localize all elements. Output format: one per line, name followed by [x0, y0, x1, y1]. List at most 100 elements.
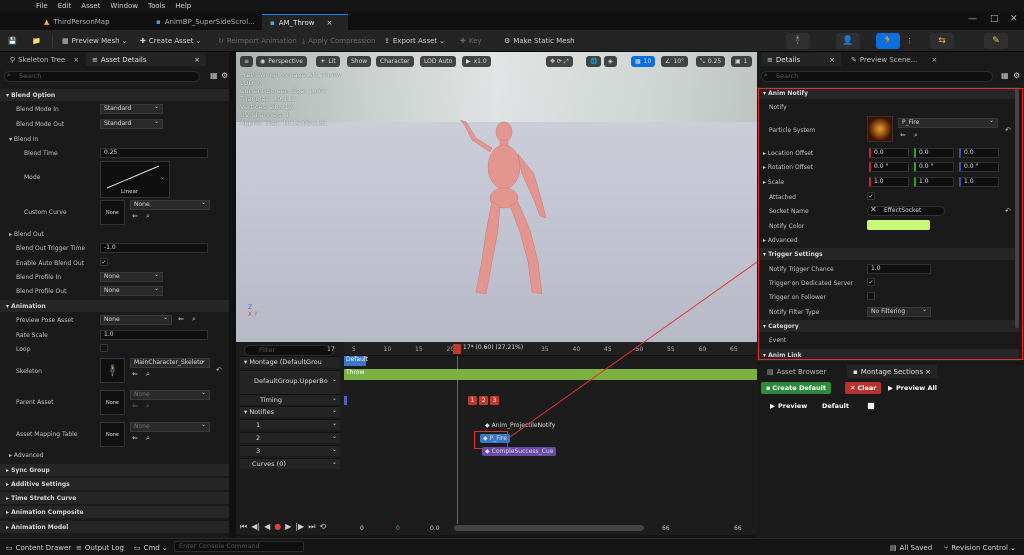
scale-y-field[interactable]: 1.0	[914, 177, 954, 187]
clear-icon[interactable]: ✕	[870, 205, 877, 214]
menu-help[interactable]: Help	[175, 2, 191, 10]
tab-am-throw[interactable]: ▪ AM_Throw ×	[262, 14, 348, 30]
world-local-icon[interactable]: 🌐	[586, 56, 602, 67]
custom-curve-dropdown[interactable]: None	[130, 199, 210, 210]
preview-button[interactable]: ▶ Preview	[765, 400, 812, 412]
physics-mode-button[interactable]: ✎	[984, 33, 1008, 49]
close-icon[interactable]: ×	[194, 56, 200, 64]
close-window-icon[interactable]: ✕	[1010, 14, 1018, 24]
clear-button[interactable]: ✕ Clear	[845, 382, 882, 394]
blend-mode-out-dropdown[interactable]: Standard	[100, 118, 163, 129]
preview-viewport[interactable]: ≡ ◉ Perspective ☀ Lit Show Character LOD A…	[236, 52, 757, 342]
section-trigger-settings[interactable]: ▾ Trigger Settings	[757, 248, 1019, 260]
close-icon[interactable]: ×	[829, 56, 835, 64]
advanced-label[interactable]: ▸ Advanced	[763, 237, 798, 244]
use-selected-icon[interactable]: ⇐	[132, 212, 138, 220]
section-additive-settings[interactable]: ▸ Additive Settings	[0, 478, 229, 490]
section-marker-3[interactable]: 3	[490, 396, 499, 405]
playback-speed-button[interactable]: ▶ x1.0	[462, 56, 491, 67]
tab-asset-browser[interactable]: ▤Asset Browser×	[761, 365, 860, 378]
viewport-menu-button[interactable]: ≡	[240, 56, 254, 67]
menu-file[interactable]: File	[36, 2, 48, 10]
skip-start-icon[interactable]: ⏮	[240, 522, 247, 533]
enable-auto-blend-checkbox[interactable]: ✓	[100, 258, 108, 266]
rate-scale-field[interactable]: 1.0	[100, 330, 208, 340]
view-options-icon[interactable]: ▦	[1001, 71, 1009, 80]
skeleton-mode-button[interactable]: 🕴	[786, 33, 810, 49]
loop-checkbox[interactable]	[100, 344, 108, 352]
location-z-field[interactable]: 0.0	[959, 148, 999, 158]
on-follower-checkbox[interactable]	[867, 292, 875, 300]
perspective-button[interactable]: ◉ Perspective	[256, 56, 307, 67]
record-icon[interactable]: ●	[274, 522, 281, 533]
section-blend-option[interactable]: ▾ Blend Option	[0, 89, 229, 101]
minimize-icon[interactable]: —	[968, 14, 977, 24]
rotation-x-field[interactable]: 0.0 °	[869, 162, 909, 172]
custom-curve-thumbnail[interactable]: None	[100, 200, 125, 225]
layers-button[interactable]: ▣ 1	[731, 56, 752, 67]
notify-track-2[interactable]	[240, 432, 340, 443]
create-asset-button[interactable]: ✚ Create Asset ⌄	[140, 34, 201, 48]
all-saved-indicator[interactable]: ▤ All Saved	[890, 541, 932, 555]
use-selected-icon[interactable]: ⇐	[132, 434, 138, 442]
skip-end-icon[interactable]: ⏭	[308, 522, 315, 533]
angle-snap-button[interactable]: ∠ 10°	[661, 56, 689, 67]
blend-mode-in-dropdown[interactable]: Standard	[100, 103, 163, 114]
default-slot-bar[interactable]: Default	[344, 356, 368, 366]
advanced-label[interactable]: ▸ Advanced	[9, 452, 44, 459]
browse-asset-icon[interactable]: ⌕	[192, 315, 196, 324]
mesh-mode-button[interactable]: 👤	[836, 33, 860, 49]
panel-splitter[interactable]	[229, 52, 236, 538]
section-anim-link[interactable]: ▾ Anim Link	[757, 349, 1019, 361]
browse-icon[interactable]: 📁	[32, 34, 41, 48]
notify-p-fire[interactable]: ◆ P_Fire	[480, 434, 510, 443]
tab-asset-details[interactable]: ≡ Asset Details ×	[86, 53, 206, 66]
tab-thirdpersonmap[interactable]: ▲ ThirdPersonMap	[36, 14, 118, 30]
section-category[interactable]: ▾ Category	[757, 320, 1019, 332]
particle-system-dropdown[interactable]: P_Fire	[898, 117, 998, 128]
preview-pose-dropdown[interactable]: None	[100, 314, 172, 325]
chevron-down-icon[interactable]: ⌄	[332, 420, 337, 427]
details-scrollbar[interactable]	[1015, 88, 1019, 328]
close-icon[interactable]: ×	[925, 368, 931, 376]
step-back-icon[interactable]: ◀|	[251, 522, 260, 533]
section-time-stretch[interactable]: ▸ Time Stretch Curve	[0, 492, 229, 504]
asset-mapping-thumbnail[interactable]: None	[100, 422, 125, 447]
loop-icon[interactable]: ⟲	[319, 522, 326, 533]
close-icon[interactable]: ×	[73, 56, 79, 64]
skeleton-thumbnail[interactable]: 🕴	[100, 358, 125, 383]
step-forward-icon[interactable]: |▶	[295, 522, 304, 533]
blend-profile-out-dropdown[interactable]: None	[100, 285, 163, 296]
content-drawer-button[interactable]: ▭ Content Drawer	[6, 541, 71, 555]
location-y-field[interactable]: 0.0	[914, 148, 954, 158]
mode-menu-icon[interactable]: ⋮	[906, 34, 913, 48]
play-icon[interactable]: ▶	[285, 522, 291, 533]
play-reverse-icon[interactable]: ◀	[264, 522, 270, 533]
blend-profile-in-dropdown[interactable]: None	[100, 271, 163, 282]
section-marker-1[interactable]: 1	[468, 396, 477, 405]
blueprint-mode-button[interactable]: ⇆	[930, 33, 954, 49]
chevron-down-icon[interactable]: ⌄	[332, 433, 337, 440]
blend-time-field[interactable]: 0.25	[100, 148, 208, 158]
maximize-icon[interactable]: □	[990, 14, 999, 24]
notify-comple-success[interactable]: ◆ CompleSuccess_Cue	[482, 447, 557, 456]
create-default-button[interactable]: ▪ Create Default	[761, 382, 831, 394]
chevron-down-icon[interactable]: ⌄	[332, 446, 337, 453]
blend-curve-preview[interactable]: Linear ⌄	[100, 161, 170, 198]
close-icon[interactable]: ×	[931, 56, 937, 64]
transform-tools[interactable]: ✥ ⟳ ⤢	[546, 56, 573, 67]
section-sync-group[interactable]: ▸ Sync Group	[0, 464, 229, 476]
save-icon[interactable]: 💾	[8, 34, 17, 48]
reimport-animation-button[interactable]: ↻ Reimport Animation	[218, 34, 297, 48]
browse-asset-icon[interactable]: ⌕	[146, 212, 150, 221]
asset-details-search-input[interactable]: Search	[4, 71, 200, 82]
settings-icon[interactable]: ⚙	[221, 71, 228, 80]
chevron-down-icon[interactable]: ⌄	[332, 395, 337, 402]
tab-skeleton-tree[interactable]: ⚲ Skeleton Tree ×	[4, 53, 85, 66]
tab-montage-sections[interactable]: ▪ Montage Sections ×	[847, 365, 937, 378]
grid-snap-button[interactable]: ▦ 10	[631, 56, 656, 67]
scale-snap-button[interactable]: ⤡ 0.25	[696, 56, 726, 67]
animation-mode-button[interactable]: 🏃	[876, 33, 900, 49]
default-section-checkbox[interactable]	[867, 402, 875, 410]
character-button[interactable]: Character	[376, 56, 414, 67]
